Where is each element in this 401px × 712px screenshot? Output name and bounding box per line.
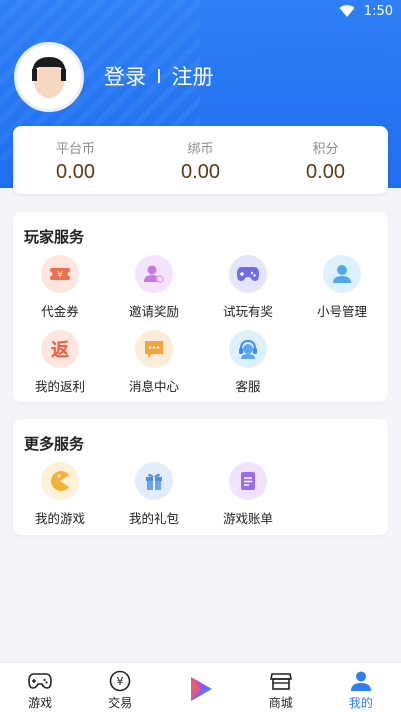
message-icon: [135, 330, 173, 368]
nav-label: 交易: [108, 696, 133, 710]
rebate-glyph: 返: [51, 340, 69, 361]
currency-value: 0.00: [306, 161, 345, 183]
login-register-row: 登录 注册: [104, 60, 214, 92]
avatar-face-icon: [17, 45, 81, 109]
nav-label: 我的: [348, 696, 373, 710]
trade-glyph: ¥: [117, 675, 124, 688]
currency-value: 0.00: [181, 161, 220, 183]
currency-points[interactable]: 积分 0.00: [263, 126, 388, 194]
service-trial-reward[interactable]: 试玩有奖: [201, 255, 295, 321]
service-label: 小号管理: [316, 304, 367, 319]
customer-service-icon: [229, 330, 267, 368]
nav-label: 游戏: [28, 696, 53, 710]
service-rebate[interactable]: 返 我的返利: [13, 330, 107, 396]
store-icon: [268, 669, 294, 693]
service-label: 游戏账单: [222, 511, 273, 526]
service-label: 消息中心: [128, 379, 179, 394]
trade-icon: ¥: [107, 669, 133, 693]
nav-item-games[interactable]: 游戏: [0, 663, 80, 712]
currency-label: 绑币: [187, 142, 214, 157]
service-label: 试玩有奖: [222, 304, 273, 319]
bill-icon: [229, 462, 267, 500]
section-title: 玩家服务: [24, 228, 85, 246]
currency-label: 积分: [312, 142, 339, 157]
service-customer-service[interactable]: 客服: [201, 330, 295, 396]
service-my-games[interactable]: 我的游戏: [13, 462, 107, 528]
service-label: 我的游戏: [34, 511, 85, 526]
avatar[interactable]: [14, 42, 84, 112]
service-messages[interactable]: 消息中心: [107, 330, 201, 396]
service-voucher[interactable]: ¥ 代金券: [13, 255, 107, 321]
profile-icon: [348, 669, 374, 693]
gamepad-icon: [229, 255, 267, 293]
my-games-icon: [41, 462, 79, 500]
svg-text:¥: ¥: [57, 271, 63, 281]
service-game-bill[interactable]: 游戏账单: [201, 462, 295, 528]
more-services-section: 更多服务 我的游戏 我的礼包 游戏账单: [13, 419, 388, 535]
service-label: 邀请奖励: [128, 304, 179, 319]
status-time: 1:50: [363, 4, 393, 19]
register-link[interactable]: 注册: [172, 61, 214, 91]
service-label: 我的返利: [34, 379, 85, 394]
wifi-icon: [339, 5, 355, 18]
play-logo-icon: [187, 675, 215, 703]
invite-icon: [135, 255, 173, 293]
nav-label: 商城: [268, 696, 293, 710]
service-label: 客服: [235, 379, 261, 394]
service-label: 代金券: [41, 304, 79, 319]
nav-item-home-logo[interactable]: [160, 663, 240, 712]
service-label: 我的礼包: [128, 511, 179, 526]
voucher-icon: ¥: [41, 255, 79, 293]
currency-label: 平台币: [55, 142, 95, 157]
nav-item-profile[interactable]: 我的: [321, 663, 401, 712]
bottom-nav: 游戏 ¥ 交易 商城 我的: [0, 662, 401, 712]
login-link[interactable]: 登录: [104, 61, 146, 91]
currency-platform-coin[interactable]: 平台币 0.00: [13, 126, 138, 194]
game-controller-icon: [27, 669, 53, 693]
rebate-icon: 返: [41, 330, 79, 368]
currency-value: 0.00: [56, 161, 95, 183]
nav-item-trade[interactable]: ¥ 交易: [80, 663, 160, 712]
service-my-gifts[interactable]: 我的礼包: [107, 462, 201, 528]
service-sub-account[interactable]: 小号管理: [295, 255, 389, 321]
currency-card: 平台币 0.00 绑币 0.00 积分 0.00: [13, 126, 388, 194]
account-icon: [323, 255, 361, 293]
player-services-section: 玩家服务 ¥ 代金券 邀请奖励 试玩有奖 小号管理 返 我的返利 消息中心 客服: [13, 212, 388, 402]
gift-icon: [135, 462, 173, 500]
status-bar: 1:50: [0, 0, 401, 24]
section-title: 更多服务: [24, 435, 85, 453]
service-invite[interactable]: 邀请奖励: [107, 255, 201, 321]
divider: [158, 69, 160, 83]
nav-item-store[interactable]: 商城: [241, 663, 321, 712]
currency-bound-coin[interactable]: 绑币 0.00: [138, 126, 263, 194]
